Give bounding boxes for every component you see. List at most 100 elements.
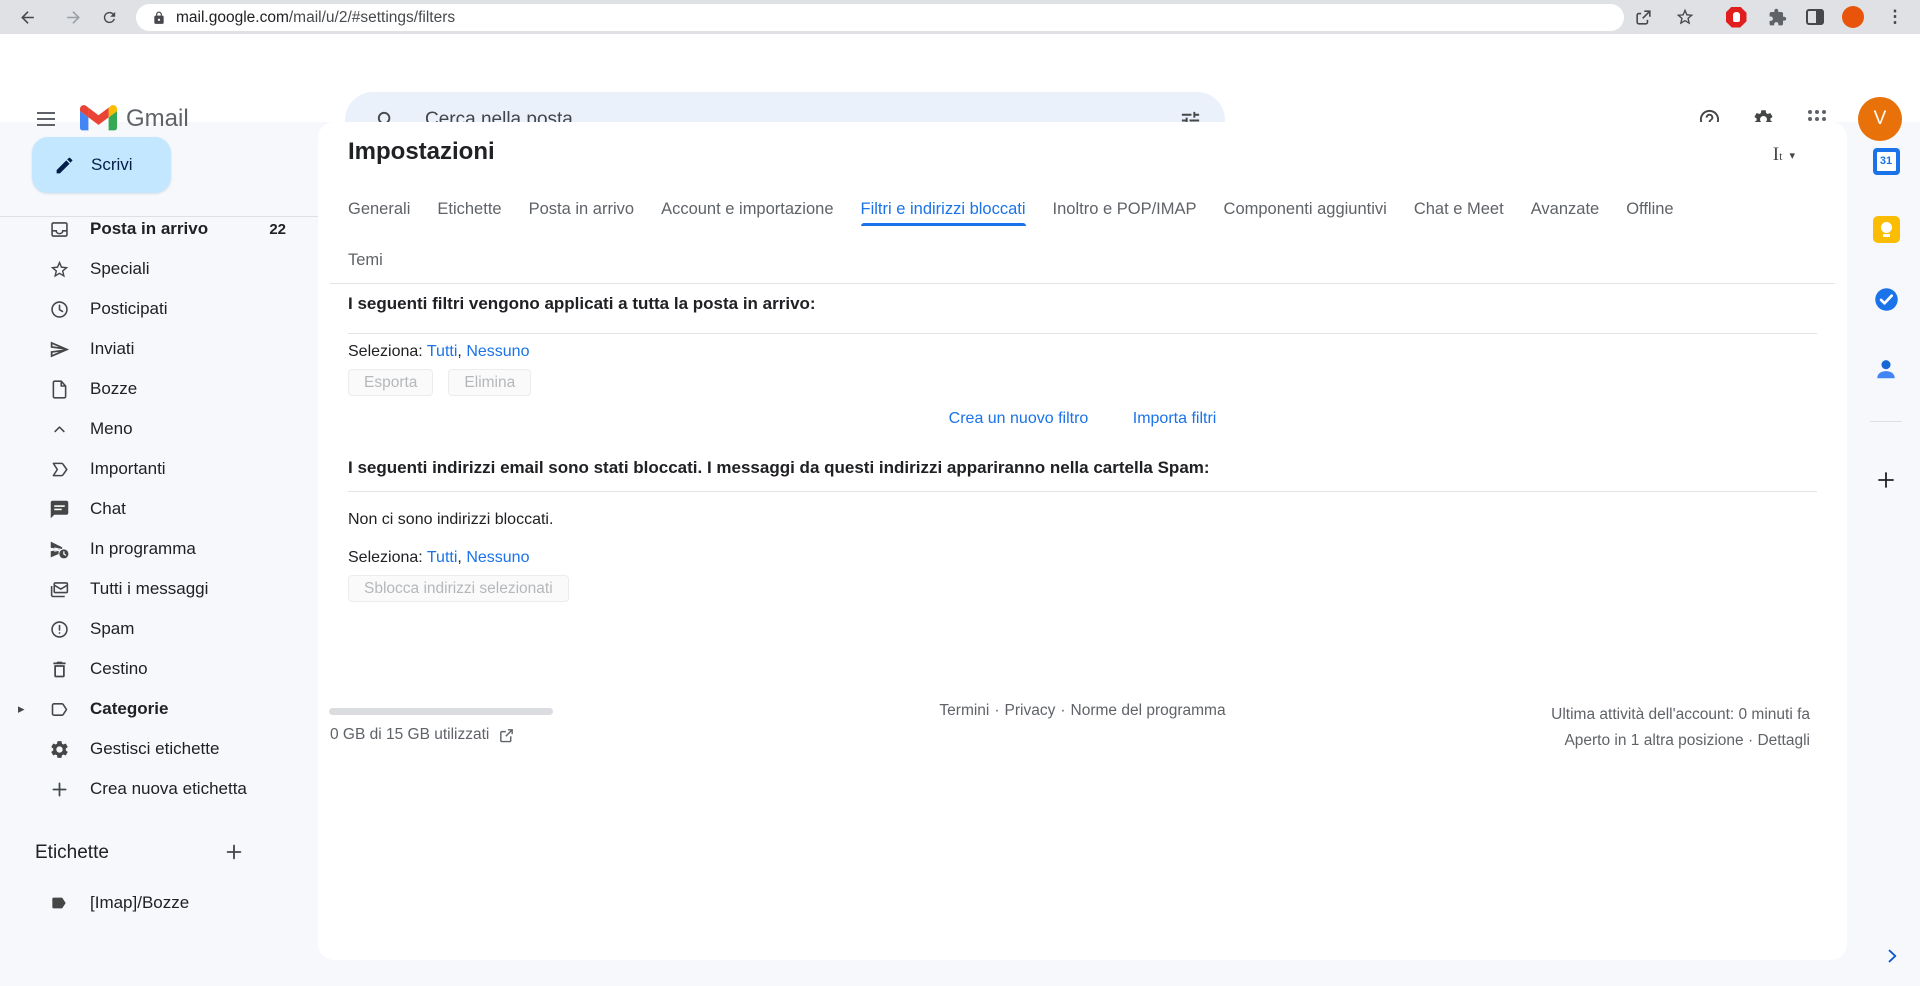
sidebar-item-inviati[interactable]: Inviati [0,329,318,369]
create-filter-link[interactable]: Crea un nuovo filtro [949,410,1089,427]
calendar-button[interactable]: 31 [1864,139,1908,183]
forward-button[interactable] [58,3,88,31]
sidebar-item-crea-nuova-etichetta[interactable]: Crea nuova etichetta [0,769,318,809]
tasks-icon [1873,286,1900,313]
tab-temi[interactable]: Temi [348,243,383,277]
contacts-button[interactable] [1864,347,1908,391]
schedule-send-icon [48,538,70,560]
sidebar-item-label: Categorie [90,699,168,719]
blocked-section-heading: I seguenti indirizzi email sono stati bl… [348,458,1817,478]
tab-filtri-e-indirizzi-bloccati[interactable]: Filtri e indirizzi bloccati [861,192,1026,226]
select-all-link[interactable]: Tutti [427,549,458,566]
unblock-selected-button[interactable]: Sblocca indirizzi selezionati [348,575,569,602]
side-panel-icon [1806,9,1824,25]
sidebar-item-importanti[interactable]: Importanti [0,449,318,489]
filters-section-heading: I seguenti filtri vengono applicati a tu… [348,294,1817,314]
screen: mail.google.com/mail/u/2/#settings/filte… [0,0,1920,986]
label-icon [48,698,70,720]
get-addons-button[interactable] [1864,458,1908,502]
tab-etichette[interactable]: Etichette [437,192,501,226]
tab-avanzate[interactable]: Avanzate [1531,192,1600,226]
sidebar-item-label: Inviati [90,339,134,359]
compose-button[interactable]: Scrivi [32,137,171,193]
tab-componenti-aggiuntivi[interactable]: Componenti aggiuntivi [1224,192,1387,226]
create-label-button[interactable] [216,834,252,870]
sidebar-item-gestisci-etichette[interactable]: Gestisci etichette [0,729,318,769]
bookmark-button[interactable] [1670,3,1700,31]
sidebar-item-speciali[interactable]: Speciali [0,249,318,289]
blocked-select-row: Seleziona: Tutti, Nessuno [348,549,529,567]
export-button[interactable]: Esporta [348,369,433,396]
gmail-header: Gmail V [0,34,1920,122]
program-policies-link[interactable]: Norme del programma [1071,702,1226,719]
select-all-link[interactable]: Tutti [427,343,458,360]
bookmark-star-icon [1675,7,1695,27]
chevron-right-icon [1882,946,1902,966]
page-title: Impostazioni [348,138,495,166]
lock-icon [152,11,166,25]
clock-icon [48,298,70,320]
tab-inoltro-e-pop-imap[interactable]: Inoltro e POP/IMAP [1053,192,1197,226]
select-none-link[interactable]: Nessuno [466,549,529,566]
sidebar-item-label: Crea nuova etichetta [90,779,247,799]
sidebar-item-in-programma[interactable]: In programma [0,529,318,569]
tab-chat-e-meet[interactable]: Chat e Meet [1414,192,1504,226]
sidebar-item-label: Spam [90,619,134,639]
privacy-link[interactable]: Privacy [1005,702,1056,719]
sidebar-item-categorie[interactable]: ▸ Categorie [0,689,318,729]
url-bar[interactable]: mail.google.com/mail/u/2/#settings/filte… [136,4,1624,31]
calendar-icon: 31 [1873,148,1900,175]
send-icon [48,338,70,360]
label-important-icon [48,458,70,480]
adblock-icon [1726,7,1747,28]
tab-posta-in-arrivo[interactable]: Posta in arrivo [529,192,634,226]
keep-icon [1873,216,1900,243]
inbox-icon [48,218,70,240]
share-button[interactable] [1628,3,1658,31]
terms-link[interactable]: Termini [939,702,989,719]
browser-menu-button[interactable]: ⋮ [1880,3,1910,31]
sidebar-item-posticipati[interactable]: Posticipati [0,289,318,329]
select-none-link[interactable]: Nessuno [466,343,529,360]
tasks-button[interactable] [1864,277,1908,321]
side-panel-button[interactable] [1800,3,1830,31]
keep-button[interactable] [1864,207,1908,251]
import-filters-link[interactable]: Importa filtri [1133,410,1217,427]
details-link[interactable]: Dettagli [1757,732,1810,749]
browser-profile-button[interactable] [1838,3,1868,31]
external-link-icon[interactable] [498,727,515,744]
input-tools-selector[interactable]: It ▾ [1773,144,1795,166]
divider [348,333,1817,334]
sidebar-item-label: Bozze [90,379,137,399]
sidebar-nav: Posta in arrivo 22 Speciali Posticipati … [0,216,318,809]
tab-generali[interactable]: Generali [348,192,410,226]
sidebar-label-imap-bozze[interactable]: [Imap]/Bozze [0,884,318,922]
tab-offline[interactable]: Offline [1626,192,1673,226]
draft-icon [48,378,70,400]
sidebar-item-posta-in-arrivo[interactable]: Posta in arrivo 22 [0,216,318,249]
sidebar-item-bozze[interactable]: Bozze [0,369,318,409]
extensions-puzzle-icon [1768,8,1787,27]
extensions-button[interactable] [1762,3,1792,31]
tab-account-e-importazione[interactable]: Account e importazione [661,192,833,226]
sidebar-item-chat[interactable]: Chat [0,489,318,529]
settings-tabs-row-2: Temi [348,243,383,277]
report-icon [48,618,70,640]
sidebar-item-cestino[interactable]: Cestino [0,649,318,689]
sidebar-item-label: In programma [90,539,196,559]
sidebar-item-meno[interactable]: Meno [0,409,318,449]
expand-arrow-icon[interactable]: ▸ [18,701,25,717]
sidebar-item-tutti-i-messaggi[interactable]: Tutti i messaggi [0,569,318,609]
back-button[interactable] [12,3,42,31]
blocked-buttons-row: Sblocca indirizzi selezionati [348,575,569,602]
reload-button[interactable] [94,3,124,31]
unread-count: 22 [269,221,286,238]
adblock-extension-button[interactable] [1721,3,1751,31]
delete-button[interactable]: Elimina [448,369,531,396]
collapse-side-panel-button[interactable] [1874,938,1910,974]
open-elsewhere-text: Aperto in 1 altra posizione · [1564,732,1753,749]
sidebar-item-spam[interactable]: Spam [0,609,318,649]
chevron-down-icon: ▾ [1789,149,1795,162]
storage-usage-text: 0 GB di 15 GB utilizzati [330,726,489,744]
back-arrow-icon [18,8,37,27]
